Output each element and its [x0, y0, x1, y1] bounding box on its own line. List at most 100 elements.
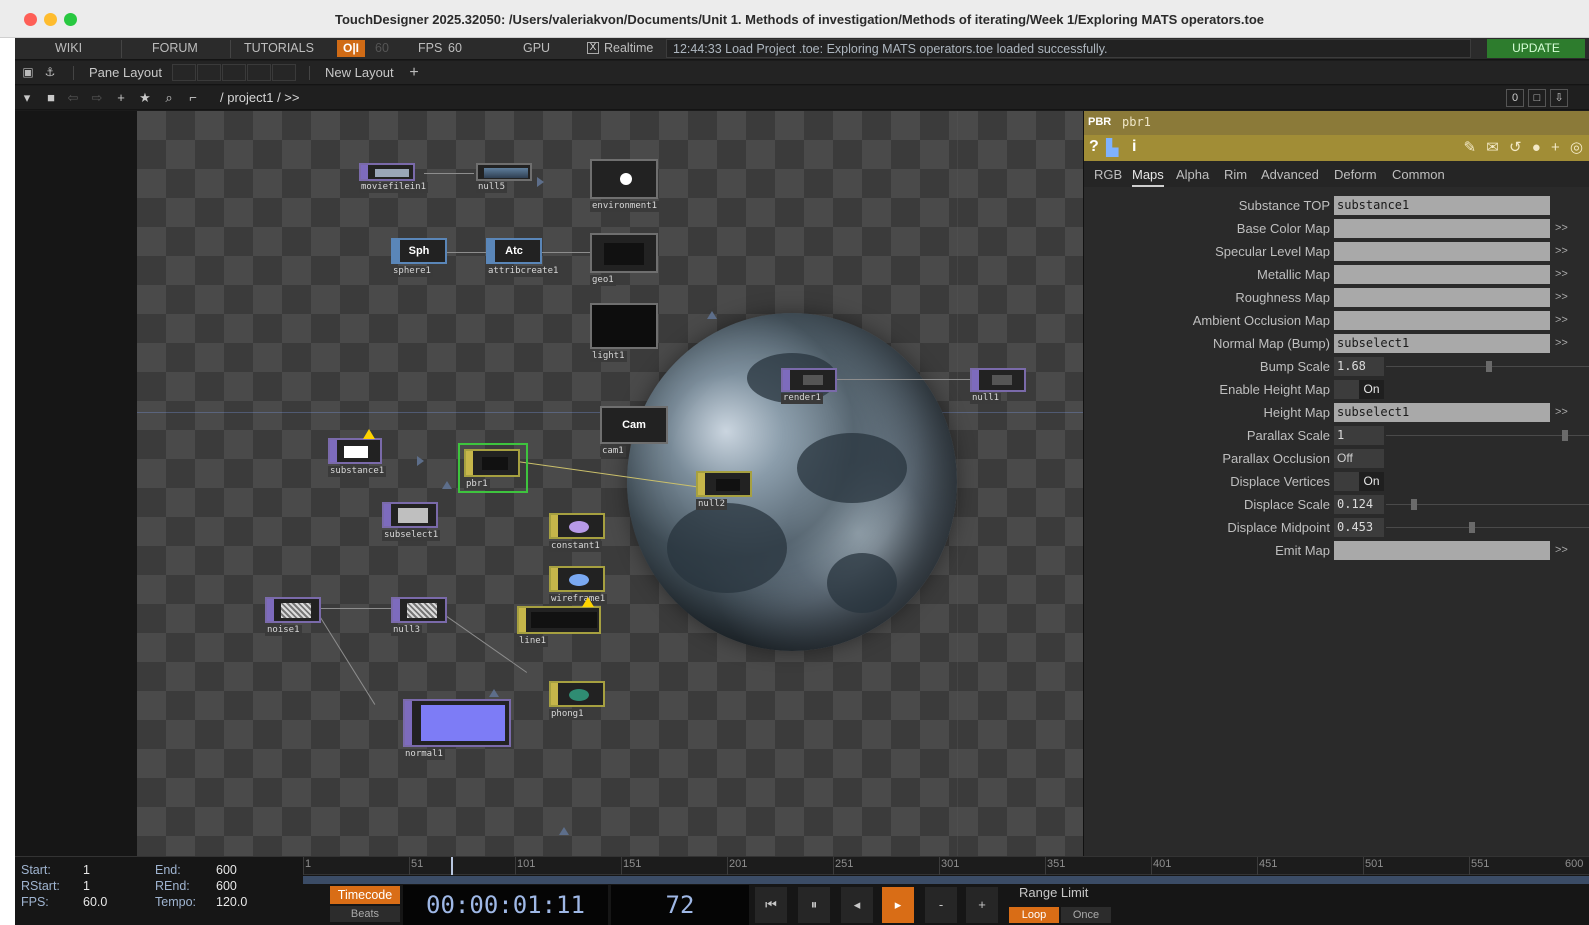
rend-value[interactable]: 600	[216, 879, 237, 893]
parameter-tools-icons[interactable]: ✎ ✉ ↺ ● + ◎	[1464, 138, 1586, 156]
fps-value[interactable]: 60.0	[83, 895, 107, 909]
specular-level-map-field[interactable]	[1334, 242, 1550, 261]
displace-midpoint-field[interactable]: 0.453	[1334, 518, 1384, 537]
displace-midpoint-slider[interactable]	[1386, 527, 1589, 528]
bump-scale-field[interactable]: 1.68	[1334, 357, 1384, 376]
parallax-scale-field[interactable]: 1	[1334, 426, 1384, 445]
timecode-display[interactable]: 00:00:01:11	[403, 885, 608, 925]
tab-maps[interactable]: Maps	[1132, 167, 1164, 187]
anchor-icon[interactable]: ⚓	[43, 66, 57, 79]
metallic-map-field[interactable]	[1334, 265, 1550, 284]
oi-toggle-button[interactable]: O|I	[337, 40, 365, 57]
back-icon[interactable]: ⇦	[65, 90, 81, 106]
timeline-range-scrollbar[interactable]	[303, 876, 1589, 884]
layout-slot-1[interactable]	[172, 64, 196, 81]
forum-link[interactable]: FORUM	[152, 41, 198, 55]
pane-options-icon[interactable]: ⇩	[1550, 89, 1568, 107]
tutorials-link[interactable]: TUTORIALS	[244, 41, 314, 55]
bump-scale-slider-handle[interactable]	[1486, 361, 1492, 372]
operator-null3[interactable]: null3	[391, 597, 447, 636]
operator-geo1[interactable]: geo1	[590, 233, 658, 287]
operator-pbr1[interactable]: pbr1	[458, 443, 528, 493]
tab-rim[interactable]: Rim	[1224, 167, 1247, 182]
pane-split-icon[interactable]: ▣	[21, 66, 35, 79]
wiki-link[interactable]: WIKI	[55, 41, 82, 55]
parallax-scale-slider-handle[interactable]	[1562, 430, 1568, 441]
operator-sphere1[interactable]: Sph sphere1	[391, 238, 447, 277]
add-layout-icon[interactable]: +	[407, 65, 421, 81]
parallax-scale-slider[interactable]	[1386, 435, 1589, 436]
step-plus-button[interactable]: +	[966, 887, 998, 923]
expand-arrows-icon[interactable]: >>	[1555, 291, 1568, 303]
expand-arrows-icon[interactable]: >>	[1555, 245, 1568, 257]
step-back-button[interactable]: ◂	[841, 887, 873, 923]
update-button[interactable]: UPDATE	[1487, 39, 1585, 58]
operator-null5[interactable]: null5	[476, 163, 532, 193]
pause-button[interactable]: ⏸	[798, 887, 830, 923]
gpu-button[interactable]: GPU	[523, 41, 550, 55]
operator-wireframe1[interactable]: wireframe1	[549, 566, 611, 605]
python-icon[interactable]: ⌐	[185, 90, 201, 106]
roughness-map-field[interactable]	[1334, 288, 1550, 307]
start-value[interactable]: 1	[83, 863, 90, 877]
operator-render1[interactable]: render1	[781, 368, 837, 404]
forward-icon[interactable]: ⇨	[89, 90, 105, 106]
layout-slot-3[interactable]	[222, 64, 246, 81]
pane-type-icon[interactable]: ■	[43, 90, 59, 106]
expand-arrows-icon[interactable]: >>	[1555, 314, 1568, 326]
operator-attribcreate1[interactable]: Atc attribcreate1	[486, 238, 561, 277]
operator-constant1[interactable]: constant1	[549, 513, 605, 552]
parallax-occlusion-toggle[interactable]: Off	[1334, 449, 1384, 468]
operator-noise1[interactable]: noise1	[265, 597, 321, 636]
end-value[interactable]: 600	[216, 863, 237, 877]
expand-arrows-icon[interactable]: >>	[1555, 268, 1568, 280]
add-operator-icon[interactable]: +	[113, 90, 129, 106]
frame-display[interactable]: 72	[611, 885, 749, 925]
maximize-pane-icon[interactable]: □	[1528, 89, 1546, 107]
once-button[interactable]: Once	[1061, 907, 1111, 923]
layout-slot-2[interactable]	[197, 64, 221, 81]
pane-menu-icon[interactable]: ▾	[19, 90, 35, 106]
network-editor[interactable]: moviefilein1 null5 environment1 Sph sphe…	[137, 111, 1083, 856]
tab-common[interactable]: Common	[1392, 167, 1445, 182]
height-map-field[interactable]: subselect1	[1334, 403, 1550, 422]
expand-arrows-icon[interactable]: >>	[1555, 544, 1568, 556]
layout-slot-4[interactable]	[247, 64, 271, 81]
help-icon[interactable]: ?	[1089, 138, 1099, 156]
expand-arrows-icon[interactable]: >>	[1555, 406, 1568, 418]
enable-height-map-toggle[interactable]: On	[1334, 380, 1384, 399]
expand-arrows-icon[interactable]: >>	[1555, 222, 1568, 234]
timeline-ruler[interactable]: 1 51 101 151 201 251 301 351 401 451 501…	[303, 857, 1589, 875]
tab-advanced[interactable]: Advanced	[1261, 167, 1319, 182]
info-icon[interactable]: i	[1132, 138, 1136, 156]
operator-light1[interactable]: light1	[590, 303, 658, 362]
tab-rgb[interactable]: RGB	[1094, 167, 1122, 182]
play-button[interactable]: ▸	[882, 887, 914, 923]
displace-vertices-toggle[interactable]: On	[1334, 472, 1384, 491]
timeline-playhead[interactable]	[451, 857, 453, 875]
expand-arrows-icon[interactable]: >>	[1555, 337, 1568, 349]
tab-alpha[interactable]: Alpha	[1176, 167, 1209, 182]
realtime-checkbox[interactable]: X	[587, 42, 599, 54]
operator-normal1[interactable]: normal1	[403, 699, 513, 761]
search-icon[interactable]: ⌕	[161, 90, 177, 106]
operator-subselect1[interactable]: subselect1	[382, 502, 441, 541]
base-color-map-field[interactable]	[1334, 219, 1550, 238]
beats-button[interactable]: Beats	[330, 906, 400, 922]
layout-slot-5[interactable]	[272, 64, 296, 81]
timecode-button[interactable]: Timecode	[330, 886, 400, 904]
loop-button[interactable]: Loop	[1009, 907, 1059, 923]
tempo-value[interactable]: 120.0	[216, 895, 247, 909]
operator-line1[interactable]: line1	[517, 597, 603, 647]
tab-deform[interactable]: Deform	[1334, 167, 1377, 182]
ambient-occlusion-map-field[interactable]	[1334, 311, 1550, 330]
operator-cam1[interactable]: Cam cam1	[600, 406, 668, 458]
operator-null1[interactable]: null1	[970, 368, 1026, 404]
operator-environment1[interactable]: environment1	[590, 159, 660, 215]
displace-scale-slider-handle[interactable]	[1411, 499, 1417, 510]
rewind-to-start-button[interactable]: ⏮	[755, 887, 787, 923]
emit-map-field[interactable]	[1334, 541, 1550, 560]
operator-substance1[interactable]: substance1	[328, 429, 390, 478]
operator-phong1[interactable]: phong1	[549, 681, 605, 720]
python-help-icon[interactable]: ▙	[1106, 138, 1118, 158]
